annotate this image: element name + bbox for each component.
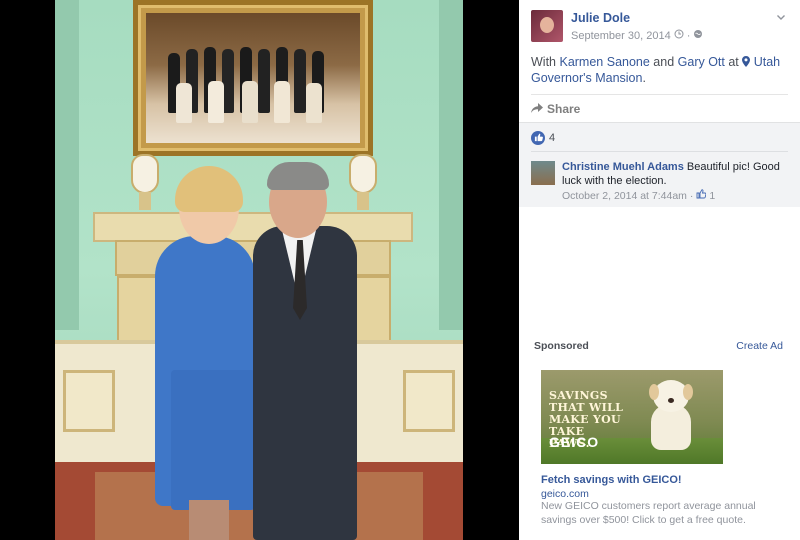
share-button[interactable]: Share [531,102,580,116]
wall-panel-right [403,370,455,432]
vase-right [343,146,383,212]
at-text: at [724,55,743,69]
post-text: With Karmen Sanone and Gary Ott at Utah … [531,54,786,86]
globe-icon[interactable] [693,29,703,42]
with-text: With [531,55,560,69]
create-ad-link[interactable]: Create Ad [736,340,783,352]
commenter-avatar[interactable] [531,161,555,185]
fireplace-mantel [93,212,413,242]
meta-separator: · [686,29,691,42]
comment-like-icon[interactable] [696,189,707,202]
like-summary[interactable]: 4 [531,131,555,145]
post-photo[interactable] [55,0,463,540]
tag-link-karmen[interactable]: Karmen Sanone [559,55,649,69]
author-avatar[interactable] [531,10,563,42]
ad-title-link[interactable]: Fetch savings with GEICO! [541,474,682,486]
commenter-name-link[interactable]: Christine Muehl Adams [562,161,684,173]
photo-pillar-right [439,0,463,330]
post-meta: September 30, 2014 · [571,29,703,42]
period-text: . [642,71,646,85]
reactions-panel: 4 Christine Muehl Adams Beautiful pic! G… [519,122,800,207]
puppy-illustration [645,378,697,452]
comment-body: Christine Muehl Adams Beautiful pic! Goo… [562,160,790,188]
location-pin-icon [742,55,753,69]
share-label: Share [547,102,581,116]
photo-painting [133,0,373,156]
photo-pillar-left [55,0,79,330]
divider [531,94,788,95]
vase-left [125,146,165,212]
like-count: 4 [549,132,556,144]
comment-meta: October 2, 2014 at 7:44am · 1 [562,189,715,202]
comment-date-link[interactable]: October 2, 2014 at 7:44am [562,190,687,202]
ad-image[interactable]: SAVINGS THAT WILL MAKE YOU TAKE PAWS. GE… [541,370,723,464]
chevron-down-icon[interactable] [774,12,788,26]
ad-description: New GEICO customers report average annua… [541,500,756,526]
photo-viewer[interactable] [0,0,519,540]
post-sidebar: Julie Dole September 30, 2014 · With Kar… [519,0,800,540]
comment-like-count: 1 [709,189,716,202]
ad-image-logo: GEICO [549,434,600,450]
share-icon [531,102,543,116]
clock-icon [674,29,684,42]
thumbs-up-icon [531,131,545,145]
sponsored-label: Sponsored [534,340,589,352]
author-name-link[interactable]: Julie Dole [571,11,630,25]
divider [531,151,788,152]
meta-separator: · [689,189,694,202]
and-text: and [649,55,678,69]
wall-panel-left [63,370,115,432]
post-header: Julie Dole September 30, 2014 · [531,10,790,44]
tag-link-gary[interactable]: Gary Ott [678,55,725,69]
post-date-link[interactable]: September 30, 2014 [571,30,671,42]
